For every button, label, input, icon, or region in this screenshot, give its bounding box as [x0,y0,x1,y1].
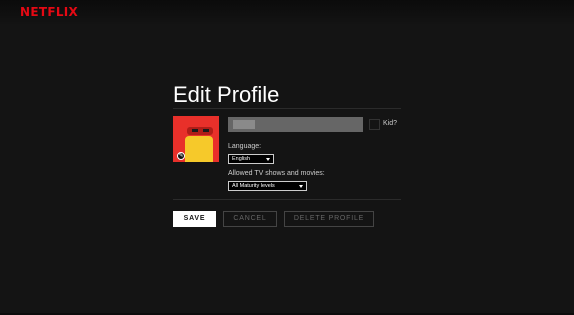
redacted-name [233,120,255,129]
maturity-label: Allowed TV shows and movies: [228,170,325,177]
avatar-mask [187,127,213,135]
netflix-logo[interactable]: NETFLIX [20,5,78,20]
divider [173,108,401,109]
kid-label: Kid? [383,120,398,127]
language-value: English [232,156,251,162]
maturity-select[interactable]: All Maturity levels [228,181,307,191]
edit-profile-panel: Edit Profile ✎ Kid? Language: English Al… [173,82,401,227]
pencil-icon[interactable]: ✎ [177,152,185,160]
page-title: Edit Profile [173,82,280,107]
avatar-eye [203,129,209,132]
delete-profile-button[interactable]: DELETE PROFILE [284,211,374,227]
top-bar: NETFLIX [0,0,574,26]
language-select[interactable]: English [228,154,274,164]
maturity-value: All Maturity levels [232,183,275,189]
cancel-button[interactable]: CANCEL [223,211,277,227]
save-button[interactable]: SAVE [173,211,216,227]
chevron-down-icon [299,185,303,188]
avatar-face [185,136,213,162]
avatar-eye [192,129,198,132]
kid-checkbox[interactable] [369,119,380,130]
profile-avatar-icon[interactable]: ✎ [173,116,219,162]
divider [173,199,401,200]
language-label: Language: [228,143,262,150]
chevron-down-icon [266,158,270,161]
